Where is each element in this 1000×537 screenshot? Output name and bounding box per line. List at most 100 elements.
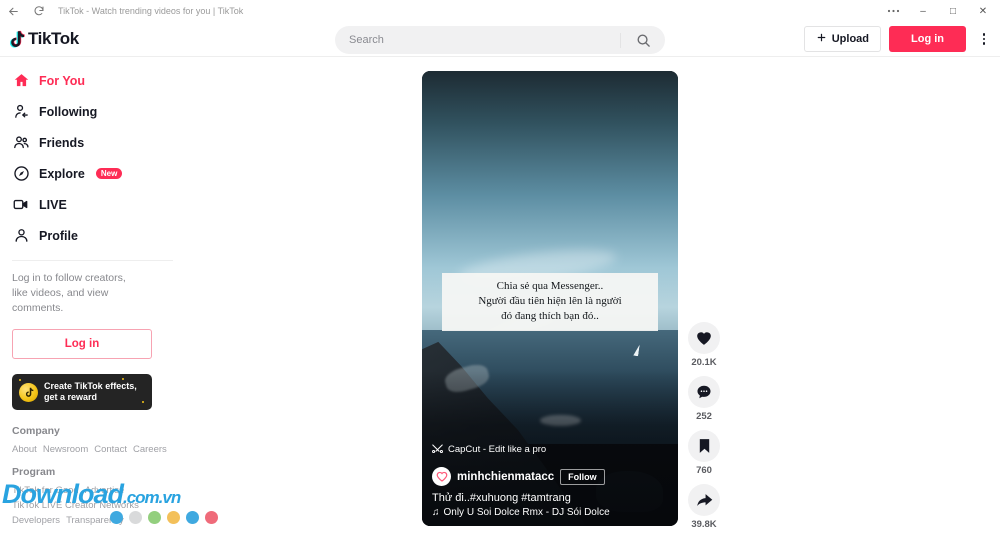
like-count: 20.1K (691, 357, 717, 368)
site-header: TikTok Upload Log in (0, 22, 1000, 57)
video-text-overlay-line: Chia sẻ qua Messenger.. Người đầu tiên h… (478, 280, 622, 323)
header-actions: Upload Log in (803, 26, 994, 52)
watermark-dot (205, 511, 218, 524)
tiktok-web-app: TikTok - Watch trending videos for you |… (0, 0, 1000, 537)
share-action[interactable]: 39.8K (688, 484, 720, 530)
following-user-icon (12, 103, 30, 121)
footer-link-advertise[interactable]: Advertise (85, 485, 125, 496)
explore-new-badge: New (95, 168, 123, 179)
capcut-label: CapCut - Edit like a pro (448, 443, 547, 455)
footer-link-developers[interactable]: Developers (12, 515, 60, 526)
share-count: 39.8K (691, 519, 717, 530)
tiktok-effects-icon (19, 382, 38, 402)
window-controls: – □ ✕ (878, 0, 998, 22)
footer-heading-company: Company (12, 425, 60, 437)
live-video-icon (12, 196, 30, 214)
heart-icon[interactable] (688, 322, 720, 354)
sparkle-dot (19, 379, 21, 381)
tiktok-note-icon (8, 30, 25, 49)
back-arrow-icon[interactable] (0, 0, 26, 22)
sidebar-item-friends[interactable]: Friends (8, 127, 177, 158)
sidebar-label-for-you: For You (39, 73, 86, 88)
sidebar-item-explore[interactable]: Explore New (8, 158, 177, 189)
footer-links-company: About Newsroom Contact Careers (12, 442, 173, 457)
footer-link-about[interactable]: About (12, 444, 37, 455)
minimize-button[interactable]: – (908, 0, 938, 22)
sidebar-item-for-you[interactable]: For You (8, 65, 177, 96)
comment-action[interactable]: 252 (688, 376, 720, 422)
video-player[interactable]: Chia sẻ qua Messenger.. Người đầu tiên h… (422, 71, 678, 526)
sparkle-dot (122, 378, 124, 380)
video-info-overlay: CapCut - Edit like a pro minhchienmatacc… (422, 440, 678, 526)
compass-icon (12, 165, 30, 183)
footer-link-contact[interactable]: Contact (94, 444, 127, 455)
login-button[interactable]: Log in (889, 26, 966, 52)
footer-links-program-2: TikTok LIVE Creator Networks (12, 498, 173, 513)
footer-link-live-creator-networks[interactable]: TikTok LIVE Creator Networks (12, 500, 139, 511)
more-horizontal-icon[interactable] (878, 0, 908, 22)
follow-button[interactable]: Follow (560, 468, 605, 485)
footer-spacer (12, 457, 173, 466)
browser-tab-title: TikTok - Watch trending videos for you |… (58, 6, 244, 16)
search-bar[interactable] (335, 26, 665, 54)
sidebar-item-following[interactable]: Following (8, 96, 177, 127)
comment-count: 252 (696, 411, 712, 422)
footer-links-program-3: Developers Transparency (12, 513, 173, 528)
sidebar-divider (12, 260, 173, 261)
footer-links-program: TikTok for Good Advertise (12, 483, 173, 498)
video-music-title: Only U Soi Dolce Rmx - DJ Sói Dolce (443, 507, 610, 518)
video-author-name[interactable]: minhchienmatacc (457, 471, 554, 483)
video-action-rail: 20.1K 252 760 39.8K (688, 322, 720, 530)
browser-titlebar: TikTok - Watch trending videos for you |… (0, 0, 1000, 22)
promo-line-2: get a reward (44, 392, 98, 402)
share-icon[interactable] (688, 484, 720, 516)
bookmark-icon[interactable] (688, 430, 720, 462)
bookmark-count: 760 (696, 465, 712, 476)
plus-icon (816, 32, 827, 46)
upload-label: Upload (831, 33, 869, 45)
search-input[interactable] (335, 34, 620, 46)
bookmark-action[interactable]: 760 (688, 430, 720, 476)
comment-icon[interactable] (688, 376, 720, 408)
maximize-button[interactable]: □ (938, 0, 968, 22)
sidebar-label-following: Following (39, 104, 98, 119)
login-prompt-text: Log in to follow creators, like videos, … (12, 272, 126, 314)
watermark-dot (186, 511, 199, 524)
sidebar: For You Following Friends Explore New LI… (0, 57, 185, 537)
video-description: Thử đi..#xuhuong #tamtrang (432, 492, 571, 504)
sidebar-label-explore: Explore (39, 166, 85, 181)
friends-icon (12, 134, 30, 152)
avatar[interactable] (432, 467, 451, 486)
footer-link-tiktok-for-good[interactable]: TikTok for Good (12, 485, 79, 496)
music-note-icon: ♫ (432, 507, 440, 518)
sparkle-dot (142, 401, 144, 403)
capcut-tag[interactable]: CapCut - Edit like a pro (432, 440, 668, 458)
sidebar-label-live: LIVE (39, 197, 67, 212)
home-icon (12, 72, 30, 90)
sidebar-login-button[interactable]: Log in (12, 329, 152, 359)
upload-button[interactable]: Upload (803, 26, 881, 52)
video-music-row[interactable]: ♫ Only U Soi Dolce Rmx - DJ Sói Dolce (432, 507, 668, 518)
promo-text: Create TikTok effects, get a reward (44, 381, 137, 404)
tiktok-wordmark: TikTok (28, 29, 79, 48)
promo-line-1: Create TikTok effects, (44, 380, 137, 391)
capcut-icon (432, 440, 443, 458)
sidebar-item-live[interactable]: LIVE (8, 189, 177, 220)
profile-user-icon (12, 227, 30, 245)
footer-link-careers[interactable]: Careers (133, 444, 167, 455)
search-icon[interactable] (621, 26, 665, 54)
footer-link-newsroom[interactable]: Newsroom (43, 444, 88, 455)
video-text-overlay: Chia sẻ qua Messenger.. Người đầu tiên h… (442, 273, 658, 332)
reload-icon[interactable] (26, 0, 52, 22)
like-action[interactable]: 20.1K (688, 322, 720, 368)
tiktok-logo[interactable]: TikTok (8, 29, 79, 49)
sidebar-label-profile: Profile (39, 228, 78, 243)
more-vertical-icon[interactable] (974, 26, 994, 52)
create-effects-promo[interactable]: Create TikTok effects, get a reward (12, 374, 152, 410)
close-button[interactable]: ✕ (968, 0, 998, 22)
footer-link-transparency[interactable]: Transparency (66, 515, 124, 526)
sidebar-footer: Company About Newsroom Contact Careers Prog… (12, 425, 173, 528)
video-author-row: minhchienmatacc Follow (432, 467, 668, 486)
footer-heading-program: Program (12, 466, 56, 478)
sidebar-item-profile[interactable]: Profile (8, 220, 177, 251)
